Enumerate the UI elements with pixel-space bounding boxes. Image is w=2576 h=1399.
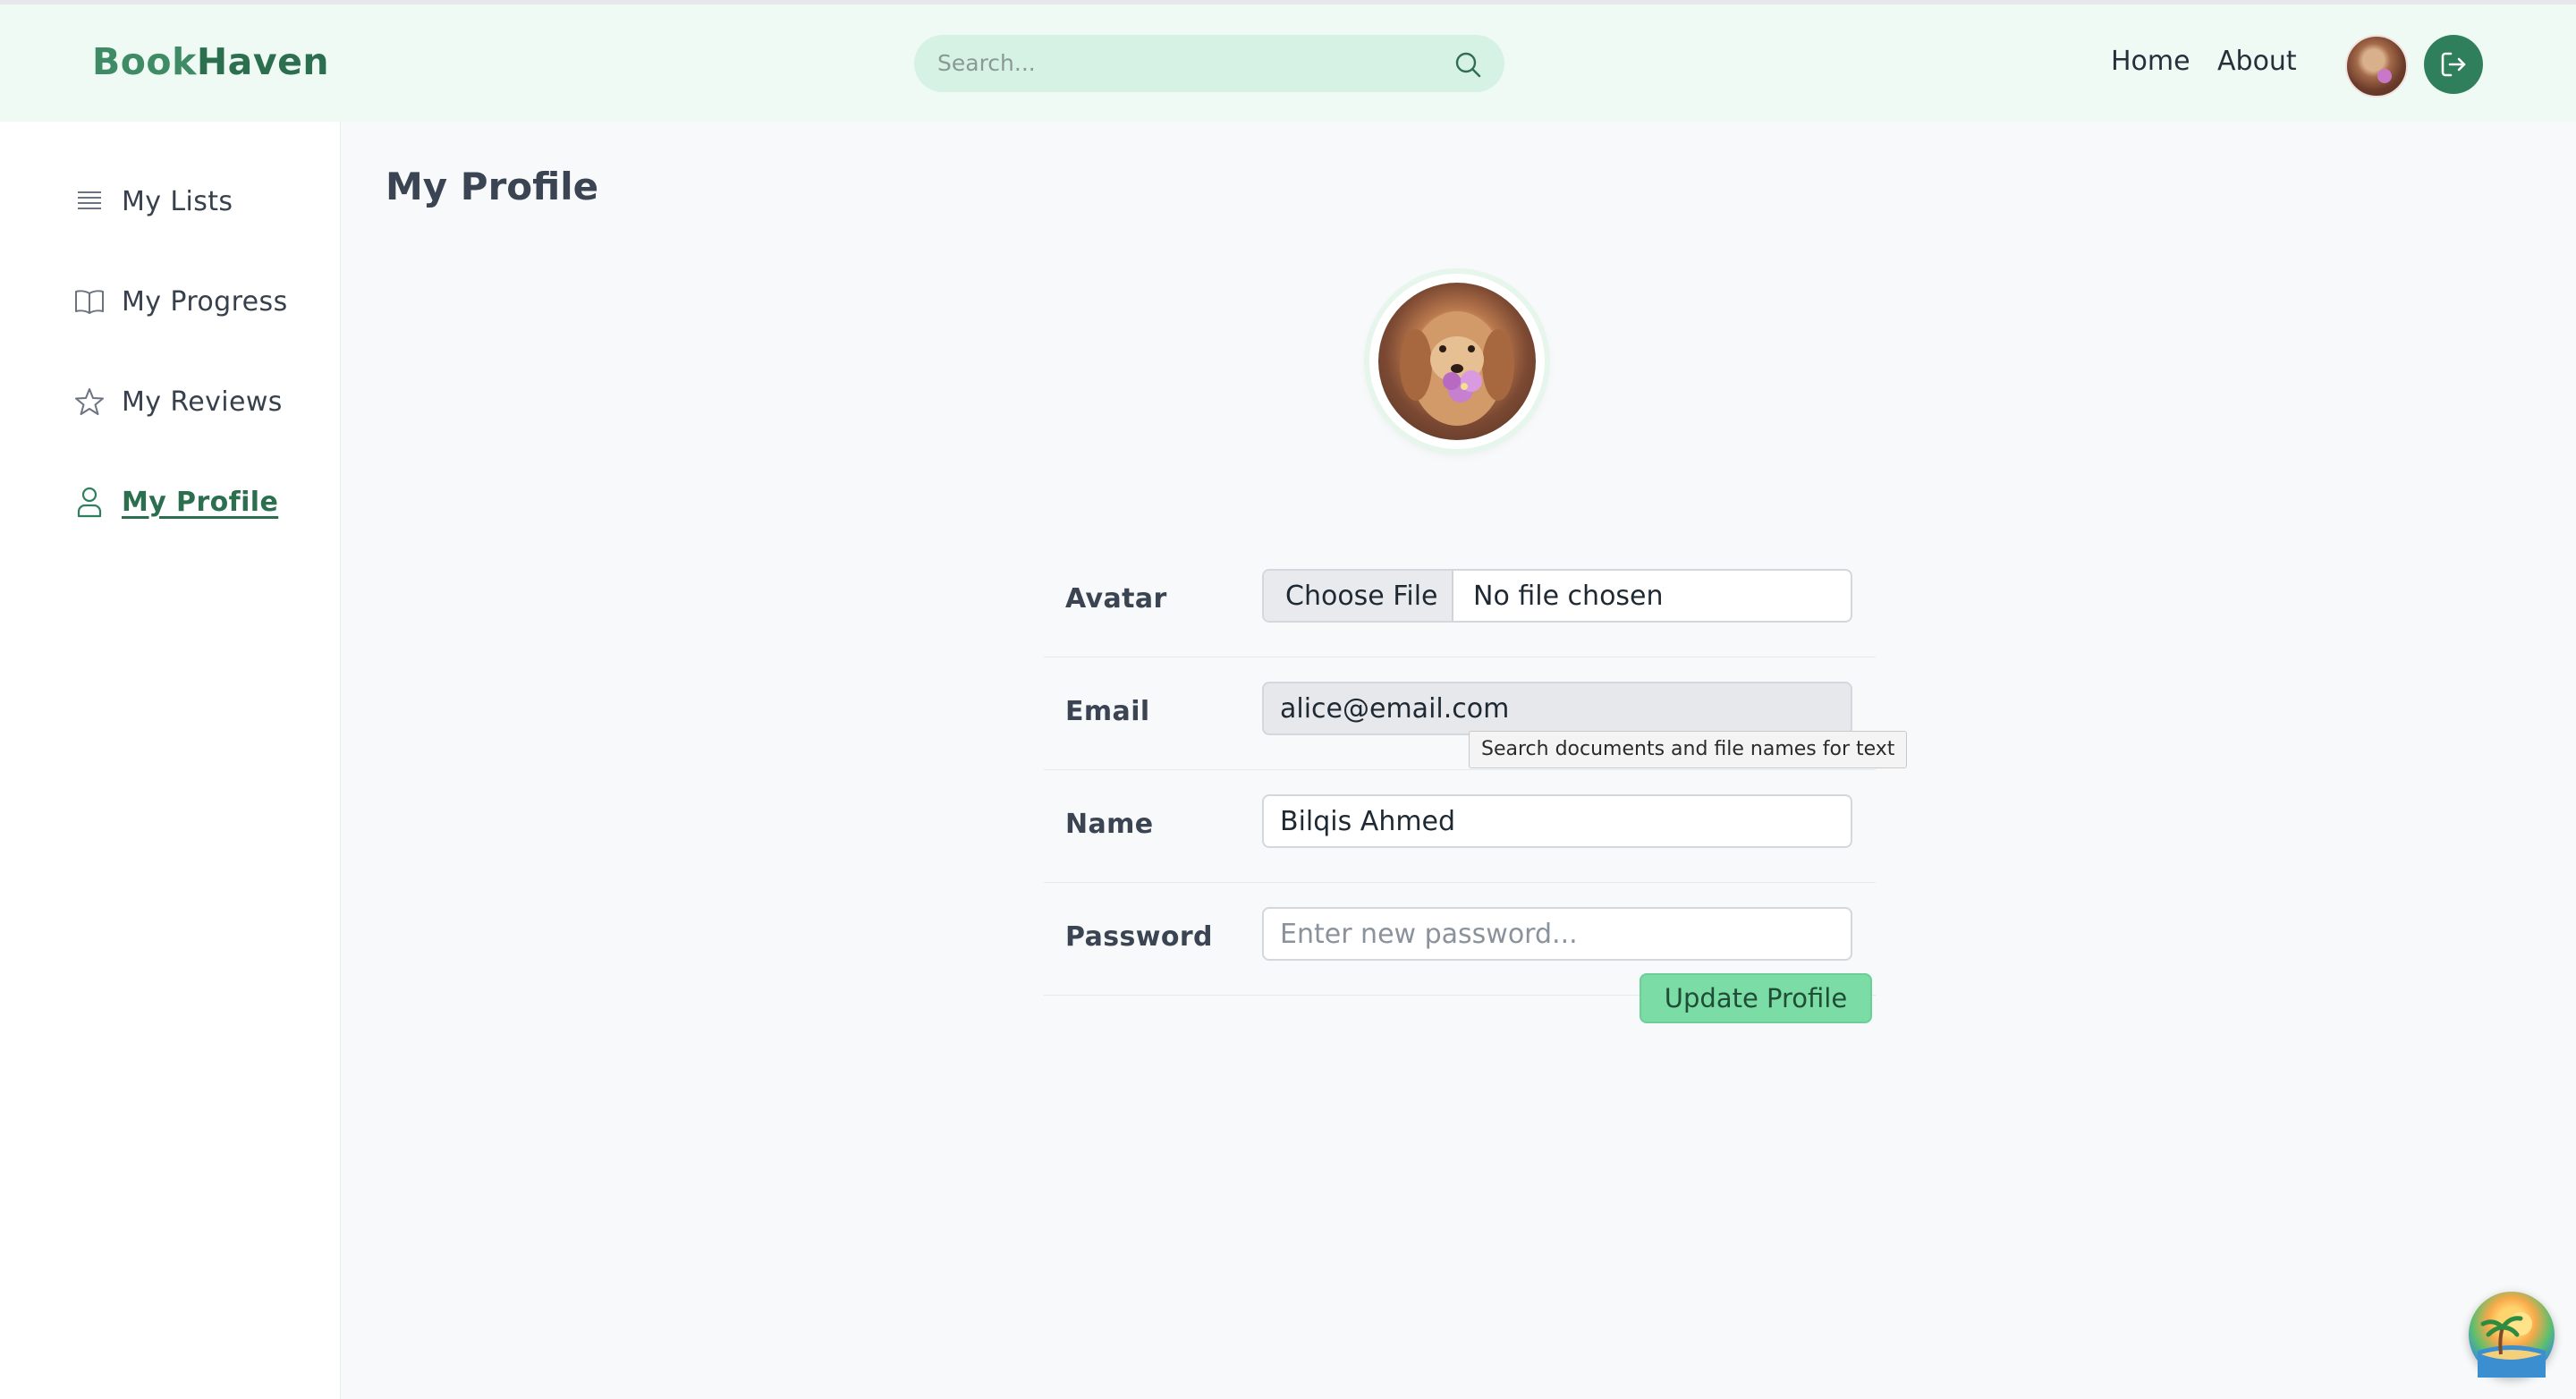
sidebar-item-label: My Lists bbox=[122, 185, 233, 217]
main-content: My Profile Avatar Choose File No file ch… bbox=[341, 122, 2576, 1399]
sidebar: My Lists My Progress My Reviews My Profi… bbox=[0, 122, 341, 1399]
user-icon bbox=[73, 486, 106, 518]
sidebar-item-my-reviews[interactable]: My Reviews bbox=[73, 379, 283, 424]
file-status-text: No file chosen bbox=[1473, 581, 1664, 612]
avatar-file-input[interactable]: Choose File No file chosen bbox=[1262, 569, 1852, 623]
logout-button[interactable] bbox=[2424, 35, 2483, 94]
search-input[interactable]: Search... bbox=[937, 50, 1036, 76]
update-profile-button[interactable]: Update Profile bbox=[1640, 973, 1872, 1023]
tooltip: Search documents and file names for text bbox=[1469, 731, 1908, 768]
password-field[interactable]: Enter new password... bbox=[1262, 907, 1852, 961]
sidebar-item-label: My Profile bbox=[122, 486, 279, 518]
search-bar[interactable]: Search... bbox=[914, 35, 1504, 92]
page-title: My Profile bbox=[386, 165, 599, 208]
beach-palm-icon bbox=[2478, 1312, 2546, 1378]
choose-file-label: Choose File bbox=[1285, 581, 1438, 612]
nav-about-link[interactable]: About bbox=[2217, 46, 2297, 77]
logo-part-book: Book bbox=[92, 40, 197, 83]
sidebar-item-my-lists[interactable]: My Lists bbox=[73, 179, 233, 224]
logout-icon bbox=[2441, 52, 2466, 77]
sidebar-item-my-profile[interactable]: My Profile bbox=[73, 479, 278, 524]
dog-photo bbox=[1400, 311, 1514, 426]
list-icon bbox=[73, 185, 106, 217]
email-label: Email bbox=[1065, 696, 1150, 727]
sidebar-item-label: My Progress bbox=[122, 285, 288, 318]
form-row-name: Name Bilqis Ahmed bbox=[1044, 771, 1876, 883]
avatar-label: Avatar bbox=[1065, 583, 1167, 615]
email-value: alice@email.com bbox=[1280, 693, 1510, 725]
password-label: Password bbox=[1065, 921, 1213, 953]
name-field[interactable]: Bilqis Ahmed bbox=[1262, 794, 1852, 848]
top-header: BookHaven Search... Home About bbox=[0, 4, 2576, 123]
book-open-icon bbox=[73, 285, 106, 318]
star-icon bbox=[73, 386, 106, 418]
choose-file-button[interactable]: Choose File bbox=[1264, 571, 1453, 621]
sidebar-item-label: My Reviews bbox=[122, 386, 283, 418]
nav-home-link[interactable]: Home bbox=[2111, 46, 2190, 77]
profile-avatar bbox=[1369, 274, 1545, 449]
email-field: alice@email.com bbox=[1262, 682, 1852, 735]
avatar-flower-detail bbox=[2377, 69, 2392, 83]
logo[interactable]: BookHaven bbox=[92, 40, 329, 83]
password-placeholder: Enter new password... bbox=[1280, 919, 1578, 950]
logo-part-haven: Haven bbox=[196, 40, 330, 83]
floating-assistant-button[interactable] bbox=[2469, 1292, 2555, 1378]
form-row-avatar: Avatar Choose File No file chosen bbox=[1044, 546, 1876, 657]
user-avatar[interactable] bbox=[2345, 35, 2408, 98]
profile-avatar-image bbox=[1378, 283, 1536, 440]
search-icon[interactable] bbox=[1453, 49, 1483, 80]
sidebar-item-my-progress[interactable]: My Progress bbox=[73, 279, 288, 324]
name-label: Name bbox=[1065, 809, 1154, 840]
name-value: Bilqis Ahmed bbox=[1280, 806, 1456, 837]
